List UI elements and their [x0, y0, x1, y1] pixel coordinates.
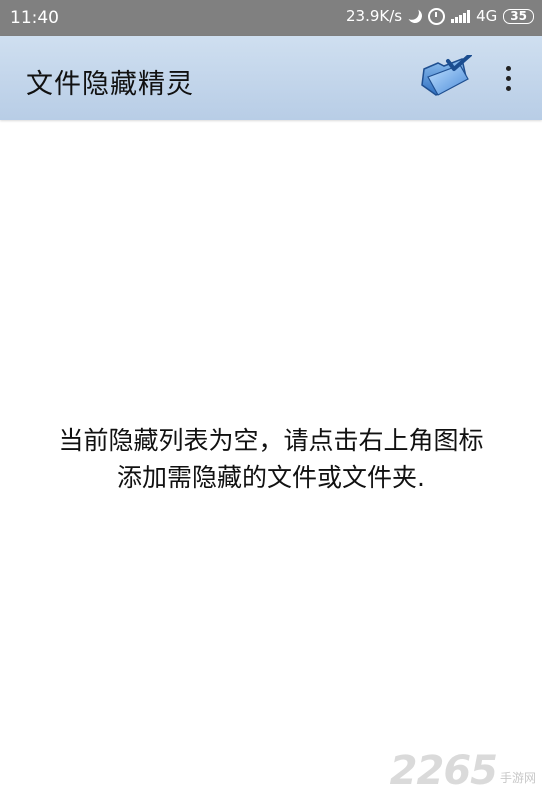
network-speed: 23.9K/s: [346, 7, 403, 25]
folder-check-icon: [421, 53, 472, 96]
app-title: 文件隐藏精灵: [26, 69, 194, 100]
watermark-number: 2265: [389, 748, 498, 794]
moon-icon: [406, 7, 424, 25]
alarm-icon: [428, 7, 446, 25]
watermark-logo: 2265 手游网: [390, 748, 536, 794]
network-type: 4G: [476, 7, 498, 25]
status-bar: 11:40 23.9K/s 4G 35: [0, 0, 542, 36]
watermark-text: 手游网: [499, 771, 536, 785]
status-icons: 23.9K/s 4G 35: [346, 7, 534, 25]
empty-message-line2: 添加需隐藏的文件或文件夹.: [117, 463, 425, 492]
battery-icon: 35: [503, 8, 534, 24]
empty-list-message: 当前隐藏列表为空，请点击右上角图标 添加需隐藏的文件或文件夹.: [0, 422, 542, 496]
signal-icon: [451, 9, 471, 23]
add-folder-button[interactable]: [418, 53, 472, 99]
app-bar: 文件隐藏精灵: [0, 36, 542, 120]
status-time: 11:40: [10, 8, 59, 28]
empty-message-line1: 当前隐藏列表为空，请点击右上角图标: [58, 426, 484, 455]
overflow-menu-button[interactable]: [492, 58, 524, 98]
more-vert-icon: [505, 65, 511, 71]
